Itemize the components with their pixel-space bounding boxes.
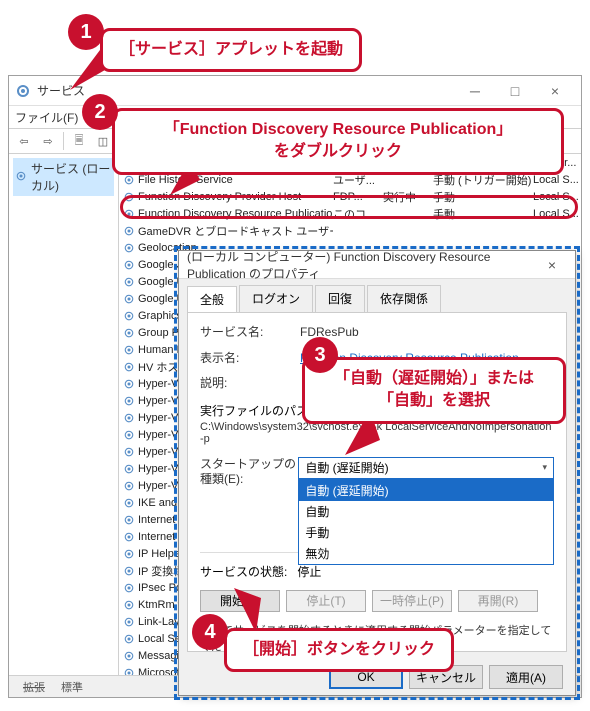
- dropdown-option[interactable]: 無効: [299, 543, 553, 564]
- gear-icon: [123, 174, 135, 186]
- startup-type-dropdown[interactable]: 自動 (遅延開始) ▾ 自動 (遅延開始)自動手動無効: [298, 457, 554, 479]
- label-display-name: 表示名:: [200, 351, 300, 367]
- menu-file[interactable]: ファイル(F): [15, 109, 78, 126]
- gear-icon: [123, 310, 135, 322]
- callout-1: ［サービス］アプレットを起動: [100, 28, 362, 72]
- gear-icon: [123, 548, 135, 560]
- gear-icon: [123, 361, 135, 373]
- gear-icon: [123, 344, 135, 356]
- gear-icon: [123, 497, 135, 509]
- badge-2: 2: [82, 94, 118, 130]
- gear-icon: [123, 514, 135, 526]
- badge-3: 3: [302, 337, 338, 373]
- tab-dependencies[interactable]: 依存関係: [367, 285, 441, 312]
- gear-icon: [123, 582, 135, 594]
- close-button[interactable]: ×: [535, 77, 575, 105]
- properties-button[interactable]: ◫: [92, 130, 114, 152]
- dropdown-option[interactable]: 手動: [299, 522, 553, 543]
- refresh-button[interactable]: 🗏: [68, 130, 90, 152]
- gear-icon: [123, 667, 135, 676]
- dialog-titlebar: (ローカル コンピューター) Function Discovery Resour…: [179, 251, 575, 279]
- tree-item-label: サービス (ローカル): [31, 160, 112, 194]
- gear-icon: [123, 616, 135, 628]
- pause-button: 一時停止(P): [372, 590, 452, 612]
- gear-icon: [123, 276, 135, 288]
- badge-4: 4: [192, 614, 228, 650]
- tree-pane: サービス (ローカル): [9, 154, 119, 675]
- services-app-icon: [15, 83, 31, 99]
- gear-icon: [123, 378, 135, 390]
- gear-icon: [123, 480, 135, 492]
- stop-button: 停止(T): [286, 590, 366, 612]
- dialog-tabs: 全般 ログオン 回復 依存関係: [179, 279, 575, 312]
- tab-extended[interactable]: 拡張: [17, 677, 51, 697]
- label-description: 説明:: [200, 376, 300, 392]
- tab-logon[interactable]: ログオン: [239, 285, 313, 312]
- service-name: IP Helper: [138, 548, 184, 560]
- dialog-title: (ローカル コンピューター) Function Discovery Resour…: [187, 248, 537, 282]
- gear-icon: [123, 446, 135, 458]
- value-service-status: 停止: [297, 563, 321, 580]
- gear-icon: [123, 429, 135, 441]
- gear-icon: [15, 170, 27, 185]
- gear-icon: [123, 565, 135, 577]
- callout-4: ［開始］ボタンをクリック: [224, 628, 454, 672]
- tab-recovery[interactable]: 回復: [315, 285, 365, 312]
- service-logon: Local S...: [533, 174, 581, 186]
- dropdown-option[interactable]: 自動: [299, 501, 553, 522]
- resume-button: 再開(R): [458, 590, 538, 612]
- tab-general[interactable]: 全般: [187, 286, 237, 313]
- gear-icon: [123, 599, 135, 611]
- callout-2: 「Function Discovery Resource Publication…: [112, 108, 564, 175]
- back-button[interactable]: ⇦: [13, 130, 35, 152]
- gear-icon: [123, 412, 135, 424]
- callout-3: 「自動（遅延開始）」または 「自動」を選択: [302, 357, 566, 424]
- dropdown-option[interactable]: 自動 (遅延開始): [299, 480, 553, 501]
- label-service-name: サービス名:: [200, 325, 300, 341]
- service-name: GameDVR とブロードキャスト ユーザー サービス_1f: [138, 223, 333, 239]
- label-startup-type: スタートアップの種類(E):: [200, 457, 298, 488]
- gear-icon: [123, 259, 135, 271]
- value-service-name: FDResPub: [300, 325, 554, 339]
- gear-icon: [123, 327, 135, 339]
- chevron-down-icon: ▾: [542, 462, 547, 473]
- gear-icon: [123, 633, 135, 645]
- minimize-button[interactable]: ─: [455, 77, 495, 105]
- gear-icon: [123, 395, 135, 407]
- gear-icon: [123, 531, 135, 543]
- tab-standard[interactable]: 標準: [55, 677, 89, 697]
- badge-1: 1: [68, 14, 104, 50]
- forward-button[interactable]: ⇨: [37, 130, 59, 152]
- table-row[interactable]: GameDVR とブロードキャスト ユーザー サービス_1f: [119, 222, 581, 239]
- gear-icon: [123, 650, 135, 662]
- gear-icon: [123, 463, 135, 475]
- dialog-close-button[interactable]: ×: [537, 257, 567, 273]
- tree-item-services-local[interactable]: サービス (ローカル): [13, 158, 114, 196]
- dropdown-list[interactable]: 自動 (遅延開始)自動手動無効: [298, 479, 554, 565]
- gear-icon: [123, 225, 135, 237]
- dropdown-selected: 自動 (遅延開始): [305, 459, 388, 476]
- apply-button[interactable]: 適用(A): [489, 665, 563, 689]
- gear-icon: [123, 242, 135, 254]
- maximize-button[interactable]: □: [495, 77, 535, 105]
- gear-icon: [123, 293, 135, 305]
